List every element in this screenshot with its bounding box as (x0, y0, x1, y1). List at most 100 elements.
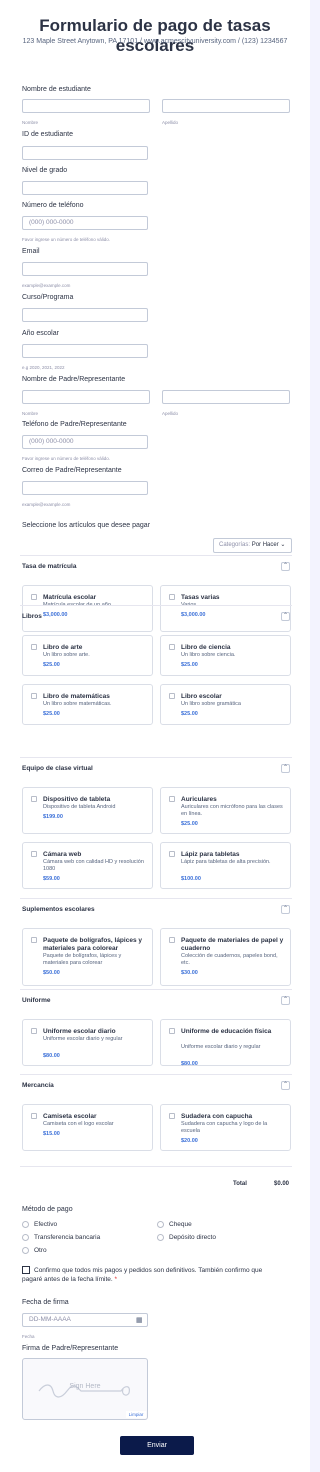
product-card[interactable]: Lápiz para tabletas Lápiz para tabletas d… (160, 842, 291, 889)
required-mark: * (114, 1276, 118, 1283)
product-card[interactable]: Camiseta escolar Camiseta con el logo esc… (22, 1104, 153, 1151)
product-description: Un libro sobre matemáticas. (43, 701, 112, 707)
category-prefix: Categorías: (219, 542, 251, 548)
product-card[interactable]: Auriculares Auriculares con micrófono par… (160, 787, 291, 834)
section-title: Equipo de clase virtual (22, 765, 93, 772)
product-checkbox[interactable] (169, 796, 175, 802)
parent-last-sublabel: Apellido (162, 411, 179, 416)
student-last-name-input[interactable] (162, 99, 290, 113)
section-title: Tasa de matrícula (22, 563, 77, 570)
student-name-label: Nombre de estudiante (22, 86, 91, 93)
product-name: Tasas varias (181, 594, 220, 601)
product-card[interactable]: Paquete de bolígrafos, lápices y materia… (22, 928, 153, 986)
product-checkbox[interactable] (31, 937, 37, 943)
product-card[interactable]: Uniforme escolar diario Uniforme escolar … (22, 1019, 153, 1066)
total-label: Total (233, 1181, 247, 1187)
product-name: Libro escolar (181, 693, 222, 700)
year-hint: e.g 2020, 2021, 2022 (22, 365, 65, 370)
product-checkbox[interactable] (169, 644, 175, 650)
product-checkbox[interactable] (169, 937, 175, 943)
product-price: $25.00 (43, 711, 60, 717)
parent-email-hint: example@example.com (22, 502, 71, 507)
product-name: Libro de ciencia (181, 644, 231, 651)
product-name: Sudadera con capucha (181, 1113, 253, 1120)
parent-email-label: Correo de Padre/Representante (22, 467, 122, 474)
product-card[interactable]: Dispositivo de tableta Dispositivo de tab… (22, 787, 153, 834)
parent-phone-input[interactable]: (000) 000-0000 (22, 435, 148, 449)
product-name: Libro de matemáticas (43, 693, 110, 700)
product-card[interactable]: Tasas variasVarios$3,000.00 (160, 585, 291, 632)
product-checkbox[interactable] (31, 644, 37, 650)
radio-cash-label: Efectivo (34, 1221, 58, 1228)
product-price: $30.00 (181, 970, 198, 976)
chevron-up-icon[interactable]: ⌃ (281, 562, 290, 571)
product-description: Un libro sobre gramática (181, 701, 241, 707)
category-select[interactable]: Categorías: Por Hacer ⌄ (213, 538, 292, 553)
calendar-icon[interactable]: ▦ (136, 1316, 143, 1324)
parent-last-name-input[interactable] (162, 390, 290, 404)
form-page: Formulario de pago de tasas escolares 12… (0, 0, 310, 1472)
grade-input[interactable] (22, 181, 148, 195)
product-name: Uniforme escolar diario (43, 1028, 116, 1035)
phone-input[interactable]: (000) 000-0000 (22, 216, 148, 230)
confirm-text: Confirmo que todos mis pagos y pedidos s… (22, 1266, 272, 1284)
parent-email-input[interactable] (22, 481, 148, 495)
product-checkbox[interactable] (31, 796, 37, 802)
product-card[interactable]: Libro de matemáticas Un libro sobre matem… (22, 684, 153, 725)
product-name: Camiseta escolar (43, 1113, 97, 1120)
year-label: Año escolar (22, 330, 59, 337)
radio-transfer-label: Transferencia bancaria (34, 1234, 101, 1241)
chevron-up-icon[interactable]: ⌃ (281, 996, 290, 1005)
radio-other-label: Otro (34, 1247, 47, 1254)
product-checkbox[interactable] (31, 851, 37, 857)
signature-date-sublabel: Fecha (22, 1334, 35, 1339)
chevron-up-icon[interactable]: ⌃ (281, 1081, 290, 1090)
student-first-name-input[interactable] (22, 99, 150, 113)
product-checkbox[interactable] (31, 1028, 37, 1034)
chevron-up-icon[interactable]: ⌃ (281, 905, 290, 914)
parent-first-name-input[interactable] (22, 390, 150, 404)
grade-label: Nivel de grado (22, 167, 68, 174)
confirm-text-body: Confirmo que todos mis pagos y pedidos s… (22, 1267, 263, 1283)
radio-check-label: Cheque (169, 1221, 192, 1228)
product-description: Un libro sobre ciencia. (181, 652, 236, 658)
product-card[interactable]: Libro escolar Un libro sobre gramática $25… (160, 684, 291, 725)
product-card[interactable]: Matrícula escolarMatrícula escolar de un… (22, 585, 153, 632)
product-checkbox[interactable] (31, 1113, 37, 1119)
chevron-up-icon[interactable]: ⌃ (281, 764, 290, 773)
product-checkbox[interactable] (169, 693, 175, 699)
student-id-input[interactable] (22, 146, 148, 160)
product-card[interactable]: Cámara web Cámara web con calidad HD y re… (22, 842, 153, 889)
radio-check[interactable] (157, 1221, 164, 1228)
product-name: Dispositivo de tableta (43, 796, 111, 803)
year-input[interactable] (22, 344, 148, 358)
signature-date-input[interactable]: DD-MM-AAAA (22, 1313, 148, 1327)
product-card[interactable]: Sudadera con capucha Sudadera con capucha… (160, 1104, 291, 1151)
product-description: Sudadera con capucha y logo de la escuel… (181, 1121, 268, 1134)
product-checkbox[interactable] (31, 594, 37, 600)
product-card[interactable]: Libro de ciencia Un libro sobre ciencia. $… (160, 635, 291, 676)
section-title: Suplementos escolares (22, 906, 95, 913)
product-name: Lápiz para tabletas (181, 851, 240, 858)
product-checkbox[interactable] (169, 851, 175, 857)
course-input[interactable] (22, 308, 148, 322)
clear-signature-button[interactable]: Limpiar (126, 1411, 146, 1418)
product-price: $20.00 (181, 1138, 198, 1144)
product-checkbox[interactable] (31, 693, 37, 699)
chevron-up-icon[interactable]: ⌃ (281, 612, 290, 621)
product-checkbox[interactable] (169, 1113, 175, 1119)
product-checkbox[interactable] (169, 1028, 175, 1034)
radio-transfer[interactable] (22, 1234, 29, 1241)
parent-first-sublabel: Nombre (22, 411, 39, 416)
email-input[interactable] (22, 262, 148, 276)
product-name: Libro de arte (43, 644, 83, 651)
radio-other[interactable] (22, 1247, 29, 1254)
radio-direct-deposit[interactable] (157, 1234, 164, 1241)
product-checkbox[interactable] (169, 594, 175, 600)
submit-button[interactable]: Enviar (120, 1436, 194, 1455)
product-description: Dispositivo de tableta Android (43, 804, 116, 810)
radio-cash[interactable] (22, 1221, 29, 1228)
product-card[interactable]: Libro de arte Un libro sobre arte. $25.00 (22, 635, 153, 676)
product-card[interactable]: Uniforme de educación física Uniforme esc… (160, 1019, 291, 1067)
product-card[interactable]: Paquete de materiales de papel y cuadern… (160, 928, 291, 986)
